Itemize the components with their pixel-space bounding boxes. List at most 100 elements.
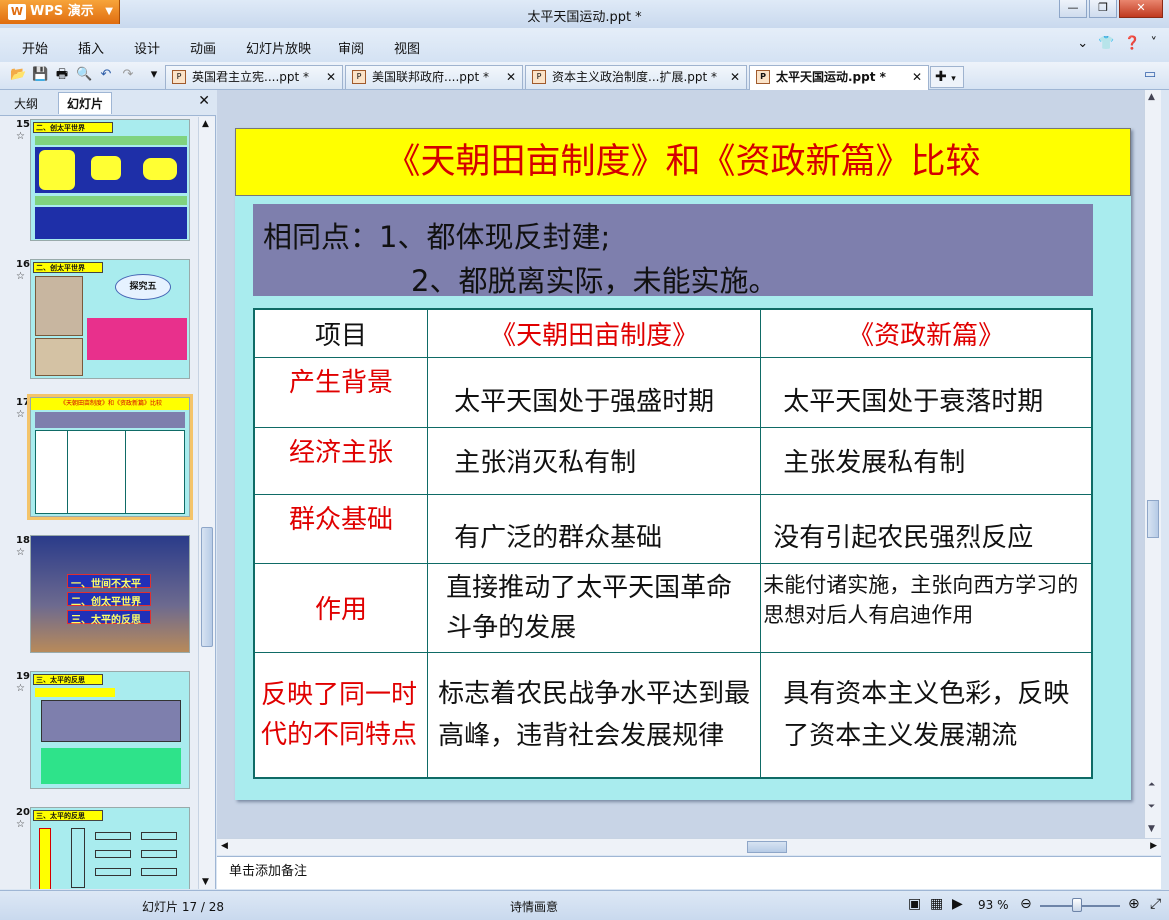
- tab-label: 英国君主立宪....ppt *: [192, 70, 310, 84]
- table-header-row: 项目 《天朝田亩制度》 《资政新篇》: [253, 308, 1093, 358]
- menu-review[interactable]: 审阅: [338, 38, 364, 57]
- scrollbar-thumb[interactable]: [1147, 500, 1159, 538]
- slide-thumbnail-19[interactable]: 三、太平的反思: [30, 671, 190, 789]
- row-label: 产生背景: [253, 356, 429, 428]
- zoom-in-icon[interactable]: ⊕: [1128, 896, 1140, 912]
- cell-zizheng: 未能付诸实施，主张向西方学习的思想对后人有启迪作用: [760, 562, 1093, 653]
- thumb-title: 三、太平的反思: [33, 810, 103, 821]
- tab-close-icon[interactable]: ✕: [912, 66, 922, 88]
- menu-home[interactable]: 开始: [22, 38, 48, 57]
- slide-thumbnail-15[interactable]: 二、创太平世界: [30, 119, 190, 241]
- tab-doc-2[interactable]: P 美国联邦政府....ppt * ✕: [345, 65, 523, 89]
- cell-zizheng: 具有资本主义色彩，反映了资本主义发展潮流: [760, 651, 1093, 779]
- menu-view[interactable]: 视图: [394, 38, 420, 57]
- collapse-ribbon-icon[interactable]: ⌄: [1077, 36, 1088, 51]
- options-icon[interactable]: ˅: [1151, 36, 1158, 51]
- menu-insert[interactable]: 插入: [78, 38, 104, 57]
- tab-doc-3[interactable]: P 资本主义政治制度...扩展.ppt * ✕: [525, 65, 747, 89]
- slide-counter: 幻灯片 17 / 28: [142, 900, 225, 914]
- skin-icon[interactable]: 👕: [1098, 36, 1114, 51]
- common-points-box[interactable]: 相同点：1、都体现反封建; 2、都脱离实际，未能实施。: [253, 204, 1093, 298]
- minimize-button[interactable]: —: [1059, 0, 1087, 18]
- animation-star-icon: ☆: [16, 547, 25, 558]
- tab-close-icon[interactable]: ✕: [506, 66, 516, 88]
- slide-thumbnail-20[interactable]: 三、太平的反思: [30, 807, 190, 889]
- tab-doc-4-active[interactable]: P 太平天国运动.ppt * ✕: [749, 65, 929, 90]
- row-label: 经济主张: [253, 426, 429, 495]
- tab-label: 资本主义政治制度...扩展.ppt *: [552, 70, 718, 84]
- tab-close-icon[interactable]: ✕: [730, 66, 740, 88]
- canvas-horizontal-scrollbar[interactable]: ◀ ▶: [217, 838, 1161, 855]
- title-bar: W WPS 演示 ▼ 太平天国运动.ppt * — ❐ ✕: [0, 0, 1169, 28]
- slide-thumbnail-17[interactable]: 《天朝田亩制度》和《资政新篇》比较: [27, 394, 193, 520]
- zoom-level: 93 %: [978, 898, 1009, 912]
- toolbar-dropdown-icon[interactable]: ▾: [146, 67, 162, 83]
- normal-view-icon[interactable]: ▣: [908, 896, 921, 912]
- slide-sorter-icon[interactable]: ▦: [930, 896, 943, 912]
- slides-panel: 大纲 幻灯片 ✕ 15 ☆ 二、创太平世界 16 ☆ 二、创太平世界 探究五 1…: [0, 90, 216, 889]
- print-preview-icon[interactable]: 🔍: [76, 67, 92, 83]
- thumb-number: 18: [16, 535, 30, 546]
- common-point-2: 2、都脱离实际，未能实施。: [411, 264, 778, 298]
- thumb-number: 19: [16, 671, 30, 682]
- panel-close-icon[interactable]: ✕: [198, 93, 210, 109]
- cell-tianchao: 标志着农民战争水平达到最高峰，违背社会发展规律: [427, 651, 762, 779]
- quick-toolbar: 📂 💾 🖶 🔍 ↶ ↷ ▾ P 英国君主立宪....ppt * ✕ P 美国联邦…: [0, 62, 1169, 90]
- ppt-file-icon: P: [756, 70, 770, 84]
- thumb-item: 二、创太平世界: [67, 592, 151, 608]
- fit-window-icon[interactable]: ⤢: [1150, 896, 1161, 912]
- new-tab-button[interactable]: ✚ ▾: [930, 66, 964, 88]
- zoom-out-icon[interactable]: ⊖: [1020, 896, 1032, 912]
- tab-doc-1[interactable]: P 英国君主立宪....ppt * ✕: [165, 65, 343, 89]
- maximize-button[interactable]: ❐: [1089, 0, 1117, 18]
- thumb-number: 15: [16, 119, 30, 130]
- slide-canvas: 《天朝田亩制度》和《资政新篇》比较 相同点：1、都体现反封建; 2、都脱离实际，…: [217, 90, 1144, 838]
- app-window: W WPS 演示 ▼ 太平天国运动.ppt * — ❐ ✕ 开始 插入 设计 动画…: [0, 0, 1169, 920]
- cell-zizheng: 没有引起农民强烈反应: [760, 493, 1093, 564]
- common-point-1: 1、都体现反封建;: [379, 220, 611, 254]
- animation-star-icon: ☆: [16, 683, 25, 694]
- menu-animation[interactable]: 动画: [190, 38, 216, 57]
- prev-slide-icon: ⏶: [1148, 780, 1156, 790]
- status-bar: 幻灯片 17 / 28 诗情画意 ▣ ▦ ▶ 93 % ⊖ ⊕ ⤢: [0, 890, 1169, 920]
- theme-name: 诗情画意: [510, 900, 559, 914]
- animation-star-icon: ☆: [16, 819, 25, 830]
- menu-design[interactable]: 设计: [134, 38, 160, 57]
- thumb-item: 三、太平的反思: [67, 610, 151, 626]
- slide-thumbnail-16[interactable]: 二、创太平世界 探究五: [30, 259, 190, 379]
- animation-star-icon: ☆: [16, 409, 25, 420]
- comparison-table[interactable]: 项目 《天朝田亩制度》 《资政新篇》 产生背景 太平天国处于强盛时期 太平天国处…: [253, 308, 1093, 779]
- redo-icon[interactable]: ↷: [120, 67, 136, 83]
- thumb-item: 一、世间不太平: [67, 574, 151, 590]
- zoom-slider-knob[interactable]: [1072, 898, 1082, 912]
- scrollbar-thumb[interactable]: [201, 527, 213, 647]
- slide-thumbnail-18[interactable]: 一、世间不太平 二、创太平世界 三、太平的反思: [30, 535, 190, 653]
- tab-outline[interactable]: 大纲: [14, 95, 38, 112]
- thumb-title: 二、创太平世界: [33, 122, 113, 133]
- header-item: 项目: [253, 308, 429, 358]
- close-button[interactable]: ✕: [1119, 0, 1163, 18]
- undo-icon[interactable]: ↶: [98, 67, 114, 83]
- tab-close-icon[interactable]: ✕: [326, 66, 336, 88]
- slideshow-icon[interactable]: ▶: [952, 896, 963, 912]
- scrollbar-thumb[interactable]: [747, 841, 787, 853]
- tab-slides[interactable]: 幻灯片: [58, 92, 113, 114]
- cell-zizheng: 主张发展私有制: [760, 426, 1093, 495]
- thumb-bubble: 探究五: [115, 274, 171, 300]
- help-icon[interactable]: ❓: [1124, 36, 1140, 51]
- current-slide[interactable]: 《天朝田亩制度》和《资政新篇》比较 相同点：1、都体现反封建; 2、都脱离实际，…: [235, 128, 1131, 800]
- menu-slideshow[interactable]: 幻灯片放映: [246, 38, 311, 57]
- canvas-vertical-scrollbar[interactable]: ▲ ⏶ ⏷ ▼: [1144, 90, 1161, 838]
- open-folder-icon[interactable]: 📂: [10, 67, 26, 83]
- menu-bar: 开始 插入 设计 动画 幻灯片放映 审阅 视图 ⌄ 👕 ❓ ˅: [0, 28, 1169, 62]
- save-icon[interactable]: 💾: [32, 67, 48, 83]
- animation-star-icon: ☆: [16, 271, 25, 282]
- print-icon[interactable]: 🖶: [54, 67, 70, 83]
- thumb-title: 《天朝田亩制度》和《资政新篇》比较: [31, 398, 189, 410]
- tab-list-icon[interactable]: ▭: [1142, 67, 1158, 83]
- thumbnail-scrollbar[interactable]: ▲ ▼: [198, 117, 215, 889]
- row-label: 作用: [253, 562, 429, 653]
- table-row: 经济主张 主张消灭私有制 主张发展私有制: [253, 426, 1093, 495]
- slide-title[interactable]: 《天朝田亩制度》和《资政新篇》比较: [235, 128, 1131, 196]
- notes-area[interactable]: 单击添加备注: [217, 856, 1161, 889]
